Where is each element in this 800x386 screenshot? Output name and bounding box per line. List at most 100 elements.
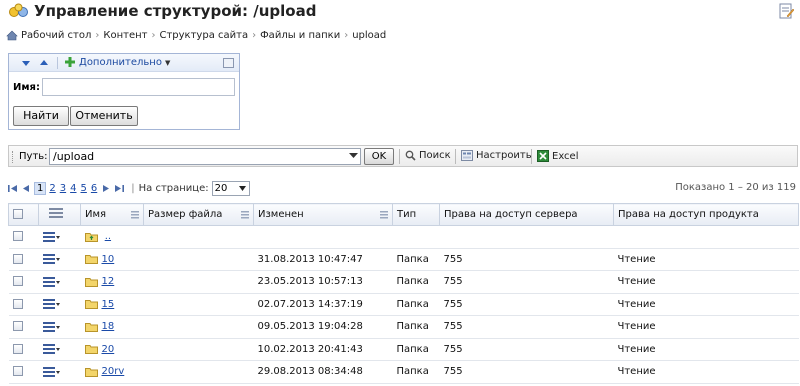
breadcrumb-separator: › [95, 29, 100, 41]
cell-type: Папка [392, 315, 440, 339]
row-menu-icon [42, 276, 60, 287]
row-menu-button[interactable] [42, 343, 61, 355]
cell-modified: 09.05.2013 19:04:28 [253, 315, 393, 339]
column-menu-icon [241, 211, 249, 219]
settings-button[interactable]: Настроить [461, 150, 532, 161]
name-input[interactable] [42, 78, 235, 96]
ok-button[interactable]: OK [364, 148, 394, 165]
row-checkbox[interactable] [12, 231, 23, 242]
select-all-checkbox[interactable] [13, 209, 23, 219]
folder-link[interactable]: 20 [102, 344, 115, 355]
per-page-label: На странице: [138, 182, 209, 194]
plus-icon[interactable] [64, 56, 76, 68]
edit-page-icon[interactable] [778, 3, 794, 19]
cell-server-rights: 755 [439, 270, 614, 294]
column-product-rights[interactable]: Права на доступ продукта [613, 203, 799, 226]
page-current: 1 [34, 181, 47, 195]
row-menu-button[interactable] [42, 298, 61, 310]
folder-up-link[interactable]: .. [105, 231, 111, 242]
last-page-icon[interactable] [114, 184, 125, 193]
path-input[interactable]: /upload [49, 148, 361, 165]
row-checkbox[interactable] [12, 253, 23, 264]
cell-product-rights: Чтение [613, 360, 799, 384]
minimize-icon[interactable] [223, 58, 234, 68]
prev-page-icon[interactable] [21, 184, 31, 193]
row-menu-button[interactable] [42, 231, 61, 243]
page-link[interactable]: 3 [60, 183, 66, 194]
breadcrumb-separator: › [344, 29, 349, 41]
breadcrumb-desktop[interactable]: Рабочий стол [21, 30, 91, 41]
cell-server-rights: 755 [439, 293, 614, 316]
row-menu-button[interactable] [42, 321, 61, 333]
column-size[interactable]: Размер файла [143, 203, 254, 226]
row-menu-button[interactable] [42, 253, 61, 265]
column-size-label: Размер файла [148, 209, 223, 220]
per-page-select[interactable]: 20 [211, 180, 250, 196]
arrow-up-icon[interactable] [39, 58, 49, 68]
chevron-down-icon: ▼ [164, 59, 171, 67]
cell-type: Папка [392, 270, 440, 294]
cell-server-rights: 755 [439, 248, 614, 271]
breadcrumb-site-structure[interactable]: Структура сайта [159, 30, 248, 41]
first-page-icon[interactable] [8, 184, 18, 193]
name-label: Имя: [13, 82, 40, 93]
table-row[interactable]: 12 23.05.2013 10:57:13 Папка 755 Чтение [8, 270, 799, 294]
breadcrumb-files-folders[interactable]: Файлы и папки [260, 30, 340, 41]
cell-modified: 10.02.2013 20:41:43 [253, 338, 393, 361]
next-page-icon[interactable] [101, 184, 111, 193]
row-menu-icon [42, 321, 60, 332]
table-row-up[interactable]: .. [8, 225, 799, 249]
folder-link[interactable]: 12 [102, 276, 115, 287]
cell-product-rights: Чтение [613, 270, 799, 294]
column-type[interactable]: Тип [392, 203, 440, 226]
table-row[interactable]: 10 31.08.2013 10:47:47 Папка 755 Чтение [8, 248, 799, 271]
arrow-down-icon[interactable] [21, 58, 31, 68]
column-name[interactable]: Имя [80, 203, 144, 226]
more-filters-button[interactable]: Дополнительно ▼ [79, 57, 170, 68]
table-row[interactable]: 20rv 29.08.2013 08:34:48 Папка 755 Чтение [8, 360, 799, 384]
divider [57, 57, 58, 69]
table-row[interactable]: 15 02.07.2013 14:37:19 Папка 755 Чтение [8, 293, 799, 316]
row-checkbox[interactable] [12, 321, 23, 332]
column-server-rights[interactable]: Права на доступ сервера [439, 203, 614, 226]
grid-header: Имя Размер файла Изменен Тип Права на до… [8, 203, 799, 226]
cancel-button[interactable]: Отменить [70, 106, 138, 126]
row-menu-icon [42, 366, 60, 377]
search-icon [405, 150, 416, 161]
cell-product-rights: Чтение [613, 293, 799, 316]
search-label: Поиск [419, 150, 451, 161]
column-modified[interactable]: Изменен [253, 203, 393, 226]
search-button[interactable]: Поиск [405, 150, 451, 161]
cell-modified: 29.08.2013 08:34:48 [253, 360, 393, 384]
cell-size [143, 293, 254, 316]
page-link[interactable]: 6 [91, 183, 97, 194]
row-menu-button[interactable] [42, 276, 61, 288]
home-icon[interactable] [6, 30, 18, 41]
folder-link[interactable]: 10 [102, 254, 115, 265]
folder-link[interactable]: 18 [102, 321, 115, 332]
page-link[interactable]: 5 [81, 183, 87, 194]
chevron-down-icon [238, 185, 246, 191]
row-checkbox[interactable] [12, 276, 23, 287]
page-link[interactable]: 4 [70, 183, 76, 194]
folder-link[interactable]: 15 [102, 299, 115, 310]
page-link[interactable]: 2 [49, 183, 55, 194]
folder-link[interactable]: 20rv [102, 366, 125, 377]
row-checkbox[interactable] [12, 366, 23, 377]
row-checkbox[interactable] [12, 343, 23, 354]
actions-header[interactable] [38, 203, 81, 226]
row-checkbox[interactable] [12, 298, 23, 309]
excel-button[interactable]: Excel [537, 150, 579, 162]
per-page-value: 20 [214, 182, 228, 194]
find-button[interactable]: Найти [13, 106, 69, 126]
table-row[interactable]: 20 10.02.2013 20:41:43 Папка 755 Чтение [8, 338, 799, 361]
chevron-down-icon[interactable] [349, 152, 358, 159]
column-modified-label: Изменен [258, 209, 304, 220]
title-bar: Управление структурой: /upload [0, 0, 800, 22]
breadcrumb-content[interactable]: Контент [103, 30, 147, 41]
cell-type: Папка [392, 360, 440, 384]
row-menu-button[interactable] [42, 366, 61, 378]
divider [399, 149, 400, 164]
table-row[interactable]: 18 09.05.2013 19:04:28 Папка 755 Чтение [8, 315, 799, 339]
breadcrumb: Рабочий стол › Контент › Структура сайта… [6, 28, 386, 42]
